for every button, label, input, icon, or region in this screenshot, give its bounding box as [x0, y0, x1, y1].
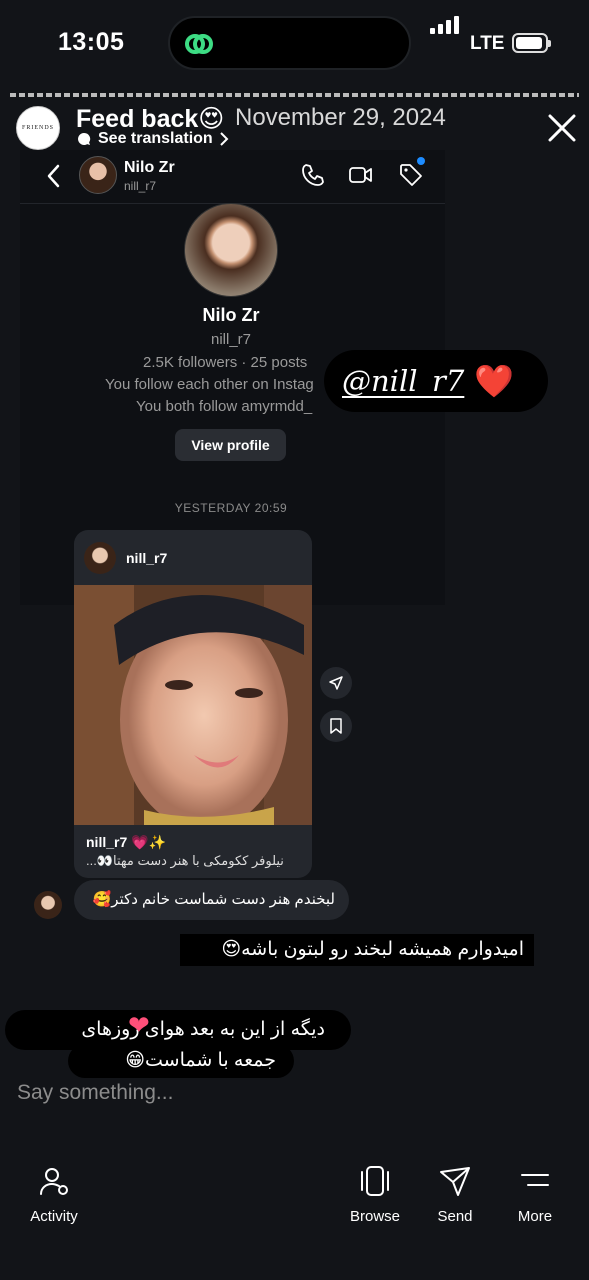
- profile-mutual: You both follow amyrmdd_: [136, 398, 313, 415]
- back-chevron-icon[interactable]: [44, 162, 64, 190]
- tag-icon[interactable]: [398, 162, 424, 188]
- nav-browse[interactable]: Browse: [330, 1164, 420, 1225]
- shared-post-card[interactable]: nill_r7 nill_r7 💗✨ نیلوفر ککومکی با هنر …: [74, 530, 312, 878]
- dm-avatar[interactable]: [79, 156, 117, 194]
- save-button[interactable]: [320, 710, 352, 742]
- dm-contact-name[interactable]: Nilo Zr: [124, 159, 175, 177]
- story-date: November 29, 2024: [235, 104, 446, 131]
- share-button[interactable]: [320, 667, 352, 699]
- link-icon: [185, 34, 213, 54]
- browse-icon: [361, 1166, 389, 1196]
- mention-text: @nill_r7: [342, 364, 465, 398]
- nav-send[interactable]: Send: [410, 1164, 500, 1225]
- story-avatar-text: FRIENDS: [21, 125, 54, 131]
- post-caption-user: nill_r7 💗✨: [86, 834, 166, 850]
- more-menu-icon: [521, 1174, 549, 1186]
- activity-icon: [40, 1168, 68, 1195]
- chevron-right-icon: [219, 132, 229, 146]
- profile-avatar[interactable]: [184, 203, 278, 297]
- notification-dot: [417, 157, 425, 165]
- view-profile-button[interactable]: View profile: [175, 429, 286, 461]
- profile-follow-each-other: You follow each other on Instag: [105, 376, 314, 393]
- network-type: LTE: [470, 33, 505, 54]
- message-timestamp: YESTERDAY 20:59: [174, 501, 288, 515]
- post-author-name: nill_r7: [126, 550, 168, 566]
- nav-browse-label: Browse: [349, 1208, 401, 1225]
- nav-more-label: More: [517, 1208, 553, 1225]
- speech-bubble-icon: [78, 132, 91, 145]
- reply-avatar: [34, 891, 62, 919]
- nav-activity[interactable]: Activity: [9, 1164, 99, 1225]
- profile-handle: nill_r7: [210, 331, 252, 348]
- post-caption-text: نیلوفر ککومکی با هنر دست مهتا👀...: [86, 853, 284, 868]
- reply-message-bubble[interactable]: لبخندم هنر دست شماست خانم دکتر🥰: [74, 880, 349, 920]
- video-call-icon[interactable]: [348, 162, 374, 188]
- nav-send-label: Send: [437, 1208, 473, 1225]
- close-icon[interactable]: [546, 112, 578, 144]
- post-author-avatar: [84, 542, 116, 574]
- profile-name: Nilo Zr: [202, 305, 260, 325]
- battery-icon: [512, 33, 551, 53]
- text-sticker-wish[interactable]: امیدوارم همیشه لبخند رو لبتون باشه😍: [180, 934, 534, 966]
- status-bar: 13:05 LTE: [0, 0, 589, 82]
- dynamic-island: [168, 16, 411, 70]
- story-progress-bar: [10, 93, 579, 97]
- status-time: 13:05: [58, 28, 125, 56]
- red-heart-emoji: ❤️: [474, 362, 515, 400]
- heart-sticker[interactable]: ❤: [128, 1010, 150, 1041]
- see-translation-label: See translation: [98, 130, 213, 147]
- story-avatar[interactable]: FRIENDS: [16, 106, 60, 150]
- dm-contact-handle: nill_r7: [124, 179, 157, 193]
- post-photo: [74, 585, 312, 825]
- reply-input[interactable]: Say something...: [17, 1081, 173, 1105]
- see-translation-link[interactable]: See translation: [76, 130, 229, 148]
- send-icon: [329, 676, 343, 690]
- send-icon: [440, 1167, 470, 1196]
- phone-icon[interactable]: [300, 162, 326, 188]
- text-sticker-line-2[interactable]: جمعه با شماست😁: [68, 1044, 294, 1078]
- profile-stats: 2.5K followers · 25 posts: [143, 354, 308, 371]
- mention-sticker[interactable]: @nill_r7 ❤️: [324, 350, 548, 412]
- nav-activity-label: Activity: [30, 1208, 78, 1225]
- bookmark-icon: [330, 718, 342, 734]
- nav-more[interactable]: More: [490, 1164, 580, 1225]
